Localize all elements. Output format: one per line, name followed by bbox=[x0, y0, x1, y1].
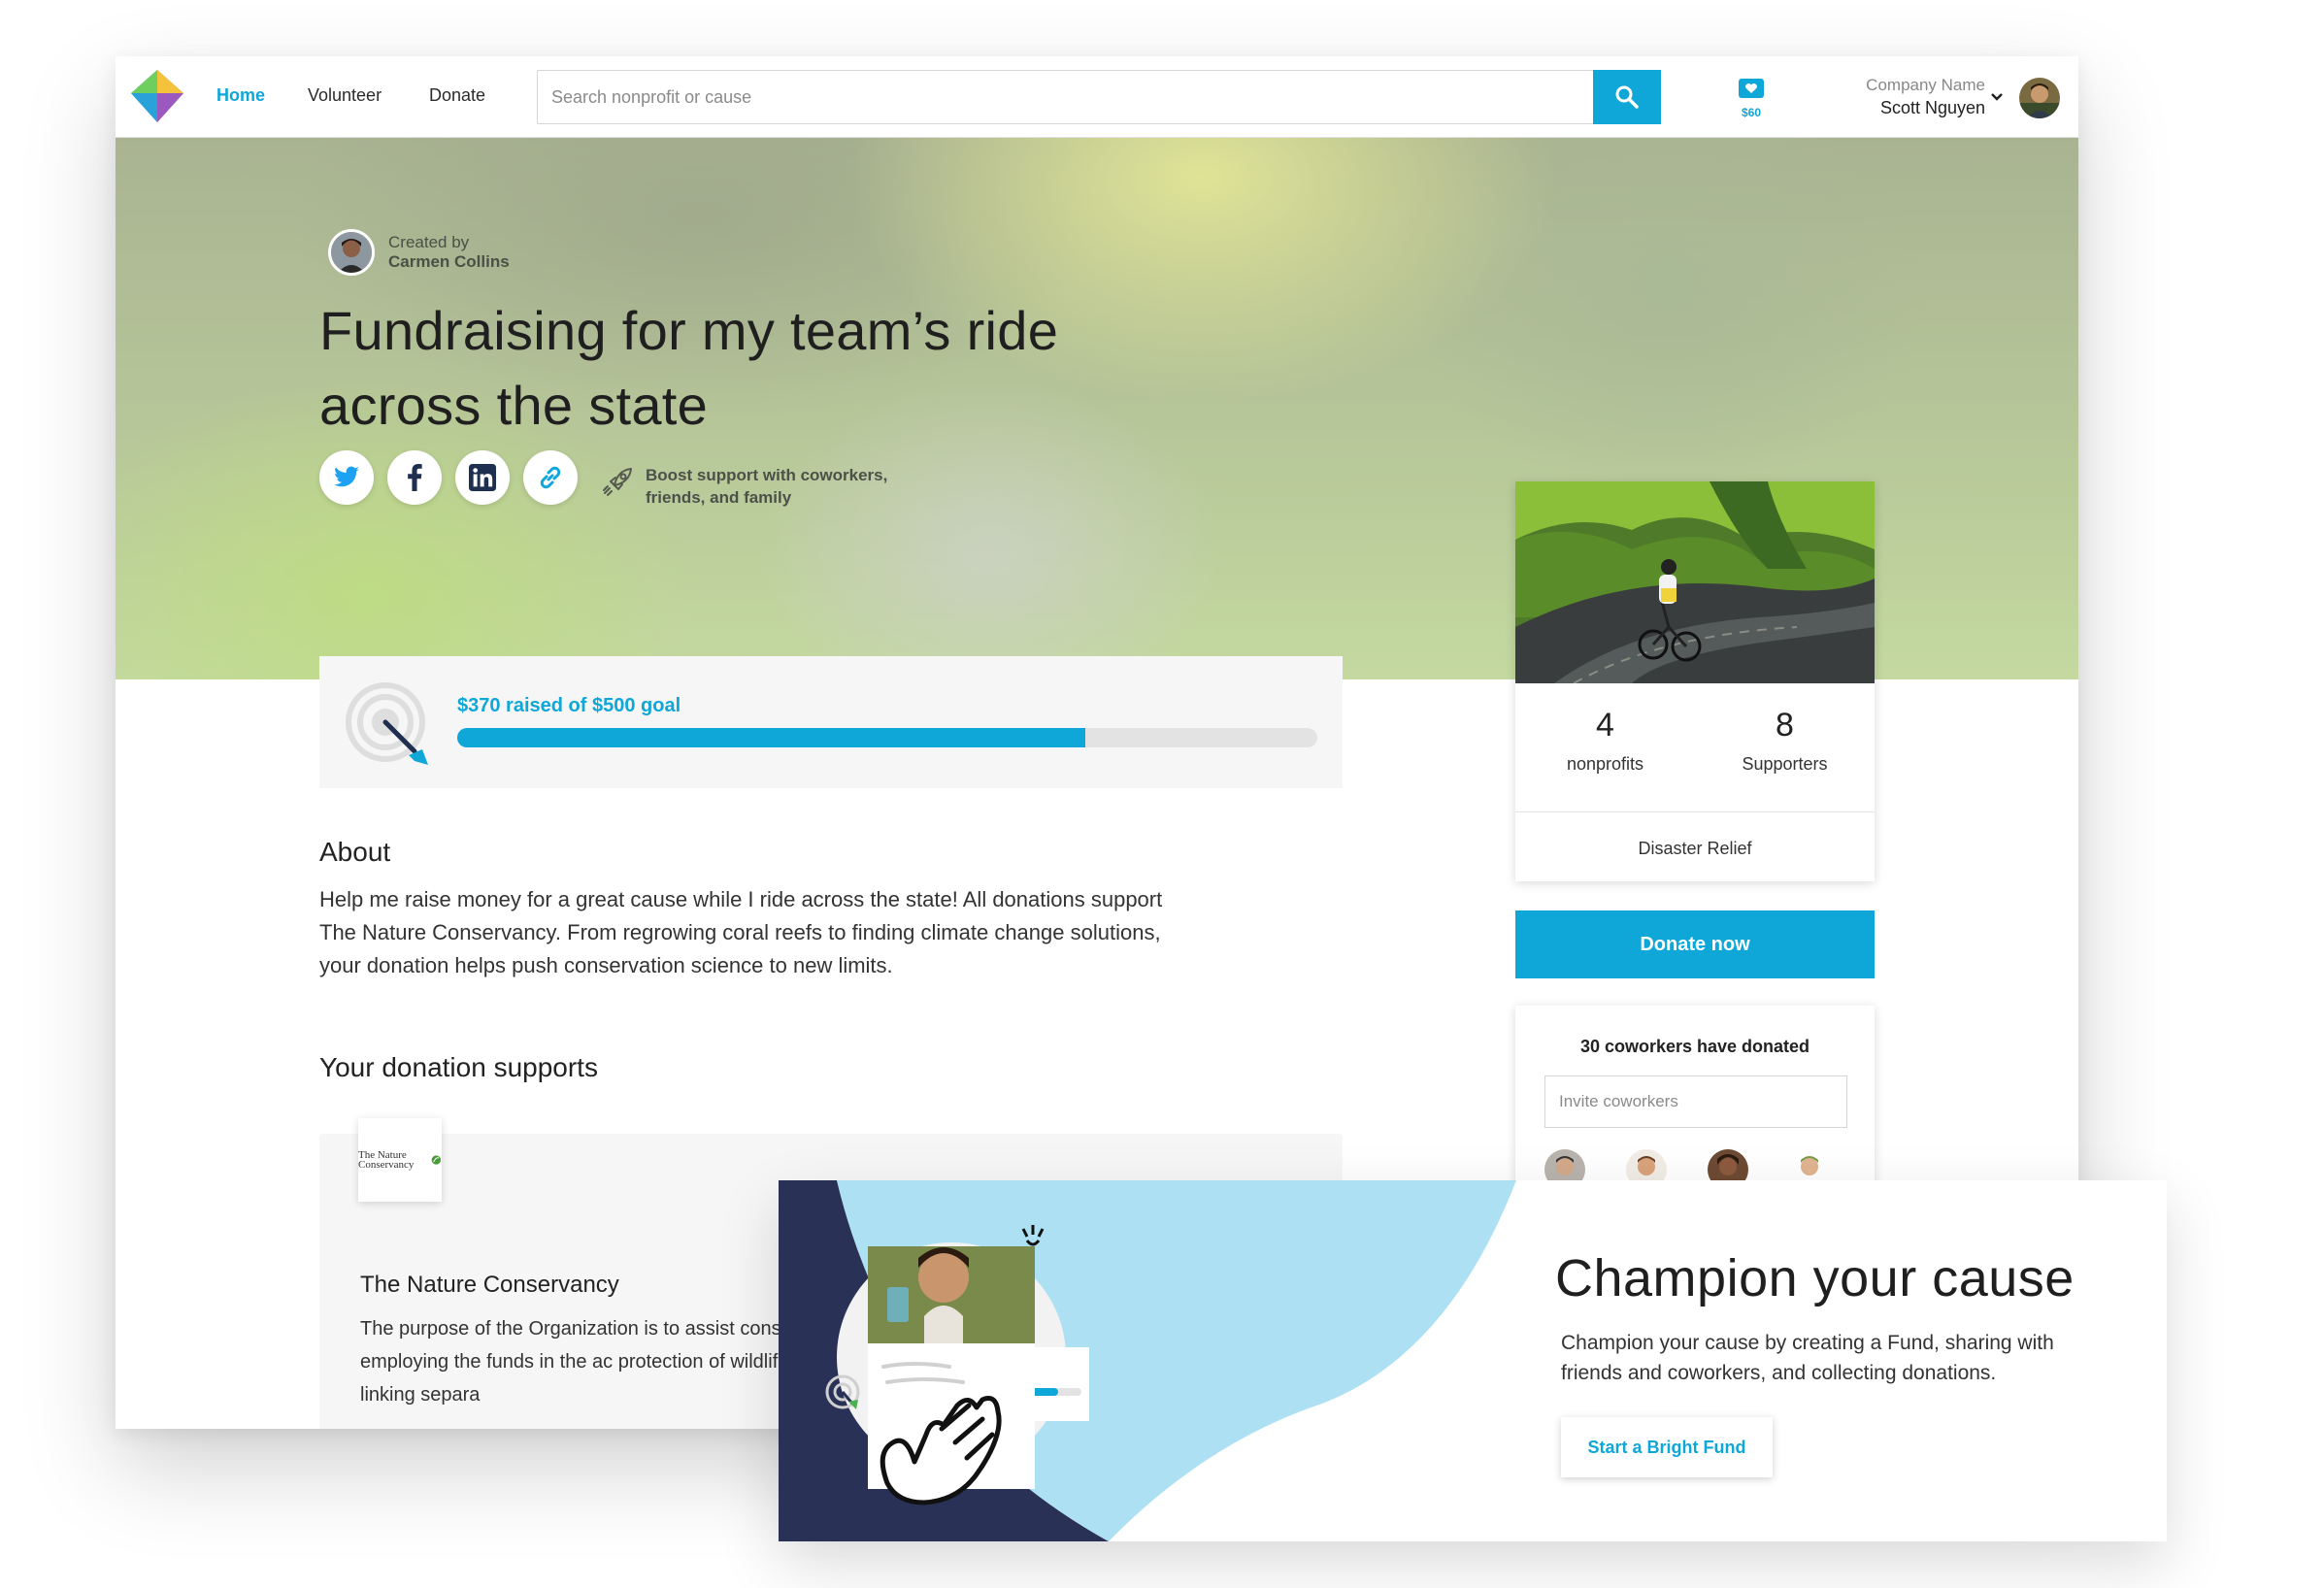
rocket-icon bbox=[603, 468, 632, 496]
link-icon bbox=[540, 466, 561, 489]
promo-title: Champion your cause bbox=[1555, 1249, 2075, 1307]
user-name: Scott Nguyen bbox=[1879, 98, 1985, 117]
giving-wallet[interactable]: $60 bbox=[1732, 78, 1771, 120]
cyclist-photo bbox=[1515, 481, 1875, 683]
share-twitter-button[interactable] bbox=[319, 450, 374, 505]
start-bright-fund-button[interactable]: Start a Bright Fund bbox=[1561, 1417, 1773, 1477]
wallet-balance: $60 bbox=[1741, 106, 1762, 119]
heart-wallet-icon bbox=[1739, 79, 1764, 98]
chevron-down-icon[interactable] bbox=[1989, 91, 2005, 103]
invite-coworkers-input[interactable] bbox=[1544, 1075, 1847, 1128]
target-icon bbox=[346, 682, 428, 765]
page-title: Fundraising for my team’s ride across th… bbox=[319, 300, 1059, 436]
supporters-count: 8 bbox=[1776, 707, 1794, 744]
champion-cause-promo: Champion your cause Champion your cause … bbox=[779, 1180, 2167, 1541]
creator-avatar bbox=[328, 229, 375, 276]
nonprofit-name[interactable]: The Nature Conservancy bbox=[360, 1272, 619, 1299]
twitter-icon bbox=[334, 466, 359, 487]
progress-label: $370 raised of $500 goal bbox=[457, 695, 681, 716]
nav-volunteer[interactable]: Volunteer bbox=[308, 85, 382, 106]
brand-logo[interactable] bbox=[127, 66, 187, 126]
facebook-icon bbox=[408, 464, 422, 491]
donate-now-button[interactable]: Donate now bbox=[1515, 910, 1875, 978]
created-by-label: Created by bbox=[388, 233, 470, 251]
search-input[interactable] bbox=[538, 71, 1578, 123]
promo-illustration bbox=[779, 1180, 1516, 1541]
share-facebook-button[interactable] bbox=[387, 450, 442, 505]
creator-name[interactable]: Carmen Collins bbox=[388, 252, 510, 272]
supporters-label: Supporters bbox=[1742, 754, 1828, 774]
copy-link-button[interactable] bbox=[523, 450, 578, 505]
search-icon bbox=[1615, 85, 1639, 109]
boost-support: Boost support with coworkers, friends, a… bbox=[601, 464, 937, 509]
user-menu[interactable]: Company Name Scott Nguyen bbox=[1866, 76, 1985, 118]
fund-summary-card: 4 nonprofits 8 Supporters Disaster Relie… bbox=[1515, 481, 1875, 881]
leaf-icon bbox=[431, 1155, 442, 1165]
coworkers-donated-title: 30 coworkers have donated bbox=[1579, 1037, 1810, 1056]
cause-tag[interactable]: Disaster Relief bbox=[1515, 839, 1875, 859]
progress-bar bbox=[457, 728, 1317, 747]
boost-support-text: Boost support with coworkers, friends, a… bbox=[646, 466, 888, 507]
divider bbox=[1515, 811, 1875, 812]
user-avatar[interactable] bbox=[2019, 78, 2060, 118]
creator-info: Created by Carmen Collins bbox=[328, 229, 510, 276]
search-bar bbox=[537, 70, 1661, 124]
nonprofit-logo-text: The Nature Conservancy bbox=[358, 1149, 415, 1171]
nonprofits-stat: 4 nonprofits bbox=[1515, 707, 1695, 775]
linkedin-icon bbox=[469, 464, 496, 491]
progress-bar-fill bbox=[457, 728, 1085, 747]
company-name: Company Name bbox=[1866, 76, 1985, 94]
nav-home[interactable]: Home bbox=[216, 85, 265, 106]
nonprofits-count: 4 bbox=[1596, 707, 1614, 744]
nav-donate[interactable]: Donate bbox=[429, 85, 485, 106]
supporters-stat: 8 Supporters bbox=[1695, 707, 1875, 775]
supports-heading: Your donation supports bbox=[319, 1052, 598, 1082]
nonprofit-logo: The Nature Conservancy bbox=[358, 1118, 442, 1202]
top-nav: Home Volunteer Donate $60 Company Name S… bbox=[116, 56, 2078, 138]
fundraising-progress-card: $370 raised of $500 goal bbox=[319, 656, 1343, 788]
search-button[interactable] bbox=[1593, 70, 1661, 124]
about-text: Help me raise money for a great cause wh… bbox=[319, 887, 1163, 977]
promo-description: Champion your cause by creating a Fund, … bbox=[1561, 1332, 2054, 1384]
nonprofits-label: nonprofits bbox=[1566, 754, 1644, 774]
about-heading: About bbox=[319, 837, 391, 867]
share-linkedin-button[interactable] bbox=[455, 450, 510, 505]
